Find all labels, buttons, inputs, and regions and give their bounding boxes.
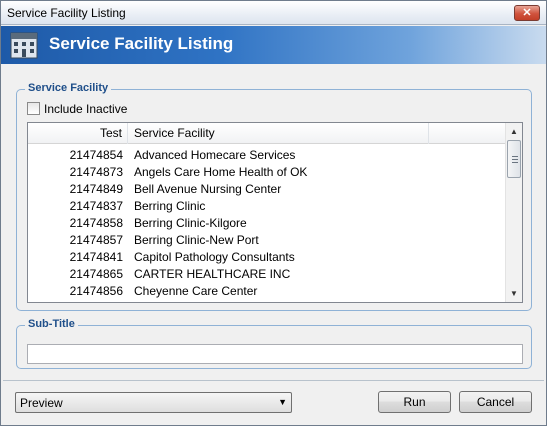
- window-title: Service Facility Listing: [7, 6, 126, 20]
- list-item[interactable]: 21474849 Bell Avenue Nursing Center: [28, 181, 505, 198]
- scroll-down-arrow-icon[interactable]: ▼: [506, 285, 522, 302]
- title-bar[interactable]: Service Facility Listing ✕: [1, 1, 546, 25]
- vertical-scrollbar[interactable]: ▲ ▼: [505, 123, 522, 302]
- footer-divider: [3, 380, 544, 381]
- list-header: Test Service Facility: [28, 123, 505, 144]
- header-banner: Service Facility Listing: [1, 26, 546, 64]
- facility-cell: Advanced Homecare Services: [134, 148, 296, 162]
- list-item[interactable]: 21474857 Berring Clinic-New Port: [28, 232, 505, 249]
- service-facility-legend: Service Facility: [25, 82, 112, 94]
- grip-line: [512, 162, 518, 163]
- close-icon: ✕: [522, 7, 532, 19]
- grip-line: [512, 156, 518, 157]
- grip-line: [512, 159, 518, 160]
- test-cell: 21474873: [69, 165, 123, 179]
- close-button[interactable]: ✕: [514, 5, 540, 21]
- list-item[interactable]: 21474858 Berring Clinic-Kilgore: [28, 215, 505, 232]
- banner-title: Service Facility Listing: [49, 34, 234, 53]
- output-mode-select[interactable]: Preview ▼: [15, 392, 292, 413]
- facility-cell: Berring Clinic-New Port: [134, 233, 259, 247]
- test-cell: 21474841: [69, 250, 123, 264]
- column-header-test[interactable]: Test: [28, 123, 128, 144]
- facility-cell: Bell Avenue Nursing Center: [134, 182, 282, 196]
- test-cell: 21474865: [69, 267, 123, 281]
- facility-cell: Berring Clinic-Kilgore: [134, 216, 247, 230]
- test-cell: 21474858: [69, 216, 123, 230]
- scroll-up-arrow-icon[interactable]: ▲: [506, 123, 522, 140]
- list-item[interactable]: 21474837 Berring Clinic: [28, 198, 505, 215]
- test-cell: 21474857: [69, 233, 123, 247]
- facility-cell: Capitol Pathology Consultants: [134, 250, 295, 264]
- list-item[interactable]: 21474854 Advanced Homecare Services: [28, 147, 505, 164]
- run-button[interactable]: Run: [378, 391, 451, 413]
- include-inactive-label[interactable]: Include Inactive: [44, 102, 127, 116]
- output-mode-value: Preview: [20, 396, 63, 410]
- building-icon: [10, 32, 38, 59]
- scroll-thumb[interactable]: [507, 140, 521, 178]
- service-facility-group: Service Facility Include Inactive Test S…: [16, 82, 532, 311]
- facility-cell: Angels Care Home Health of OK: [134, 165, 308, 179]
- list-item[interactable]: 21474856 Cheyenne Care Center: [28, 283, 505, 300]
- column-header-service-facility[interactable]: Service Facility: [128, 123, 429, 144]
- list-item[interactable]: 21474865 CARTER HEALTHCARE INC: [28, 266, 505, 283]
- subtitle-input[interactable]: [27, 344, 523, 364]
- list-rows: 21474854 Advanced Homecare Services 2147…: [28, 147, 505, 300]
- test-cell: 21474837: [69, 199, 123, 213]
- test-cell: 21474854: [69, 148, 123, 162]
- facility-list[interactable]: Test Service Facility 21474854 Advanced …: [27, 122, 523, 303]
- subtitle-legend: Sub-Title: [25, 318, 78, 330]
- column-header-filler: [429, 123, 505, 144]
- cancel-button[interactable]: Cancel: [459, 391, 532, 413]
- include-inactive-checkbox[interactable]: [27, 102, 40, 115]
- report-dialog: Service Facility Listing ✕ Service Facil…: [0, 0, 547, 426]
- test-cell: 21474856: [69, 284, 123, 298]
- facility-cell: Cheyenne Care Center: [134, 284, 258, 298]
- chevron-down-icon: ▼: [278, 397, 287, 407]
- facility-cell: Berring Clinic: [134, 199, 206, 213]
- list-item[interactable]: 21474841 Capitol Pathology Consultants: [28, 249, 505, 266]
- list-item[interactable]: 21474873 Angels Care Home Health of OK: [28, 164, 505, 181]
- facility-cell: CARTER HEALTHCARE INC: [134, 267, 291, 281]
- subtitle-group: Sub-Title: [16, 318, 532, 369]
- test-cell: 21474849: [69, 182, 123, 196]
